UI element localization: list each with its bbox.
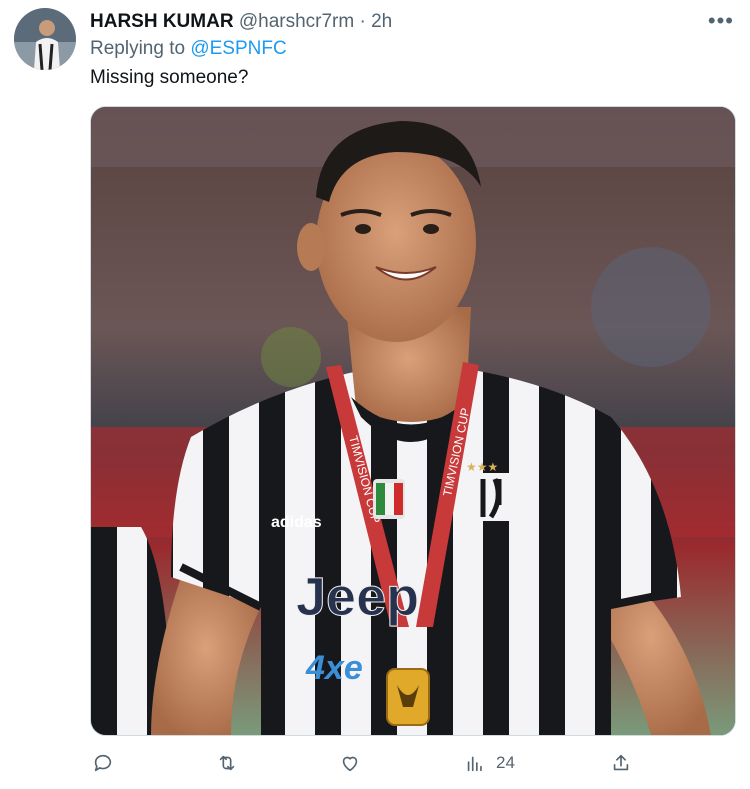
replying-to-mention[interactable]: @ESPNFC [190,38,286,59]
more-options-icon[interactable]: ••• [708,8,734,34]
views-button[interactable]: 24 [464,748,515,778]
author-handle[interactable]: @harshcr7rm [239,11,354,32]
player-photo: TIMVISION CUP TIMVISION CUP ★★★ Jeep adi… [91,107,735,735]
tweet-actions: 24 [90,748,650,778]
share-button[interactable] [610,748,632,778]
retweet-button[interactable] [216,748,238,778]
avatar-image [14,8,76,70]
retweet-icon [219,755,235,771]
jersey-brand: adidas [271,514,322,531]
comment-icon [94,754,112,772]
separator: · [359,11,366,32]
replying-prefix: Replying to [90,38,186,59]
author-name[interactable]: HARSH KUMAR [90,11,234,32]
views-count: 24 [496,753,515,772]
share-icon [613,754,629,771]
replying-to: Replying to @ESPNFC [90,37,287,61]
avatar[interactable] [14,8,76,70]
tweet-header: HARSH KUMAR @harshcr7rm · 2h [90,10,392,34]
timestamp[interactable]: 2h [371,11,392,32]
analytics-icon [467,756,482,772]
tweet-text: Missing someone? [90,67,249,88]
tweet-media[interactable]: TIMVISION CUP TIMVISION CUP ★★★ Jeep adi… [90,106,736,736]
reply-button[interactable] [92,748,114,778]
heart-icon [342,756,358,772]
crest-stars: ★★★ [466,460,498,474]
jersey-sponsor: Jeep [296,567,419,627]
like-button[interactable] [339,748,361,778]
jersey-sleeve-sponsor: 4xe [305,649,363,687]
